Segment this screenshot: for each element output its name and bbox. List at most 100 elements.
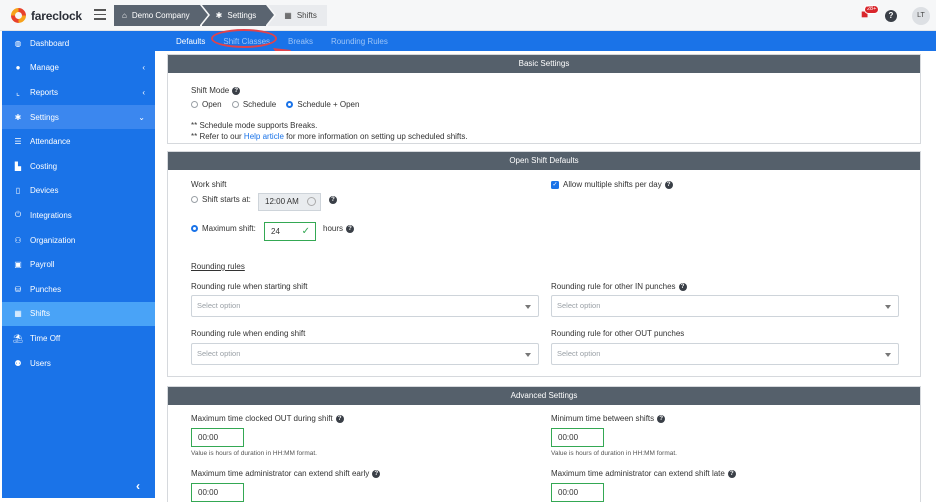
collapse-sidebar-icon[interactable]: ‹ (136, 479, 140, 493)
sidebar-item-settings[interactable]: ✱ Settings ⌄ (2, 104, 155, 130)
device-icon: ▯ (15, 186, 21, 196)
max-out-hint: Value is hours of duration in HH:MM form… (191, 450, 317, 457)
radio-schedule-open[interactable]: Schedule + Open (286, 100, 367, 109)
attendance-icon: ☰ (14, 137, 22, 147)
breadcrumb: ⌂ Demo Company ✱ Settings ▦ Shifts (114, 5, 327, 26)
sidebar: ◍ Dashboard ● Manage ‹ ⌞ Reports ‹ ✱ Settings ⌄ ☰ At… (2, 31, 155, 498)
sidebar-item-shifts[interactable]: ▦ Shifts (2, 301, 155, 327)
help-note: ** Refer to our Help article for more in… (191, 132, 468, 141)
breadcrumb-shifts[interactable]: ▦ Shifts (268, 5, 327, 26)
chevron-icon: ‹ (142, 87, 145, 97)
rounding-start-placeholder: Select option (197, 301, 241, 310)
min-between-hint: Value is hours of duration in HH:MM form… (551, 450, 677, 457)
gear-icon: ✱ (14, 112, 22, 122)
rounding-out-select[interactable]: Select option (551, 343, 899, 365)
min-between-input[interactable]: 00:00 (551, 428, 604, 447)
sidebar-item-label: Integrations (30, 210, 72, 220)
help-icon[interactable]: ? (657, 414, 666, 423)
breadcrumb-company[interactable]: ⌂ Demo Company (114, 5, 208, 26)
rounding-end-select[interactable]: Select option (191, 343, 539, 365)
help-icon[interactable]: ? (232, 86, 241, 95)
help-icon[interactable]: ? (335, 414, 344, 423)
sidebar-item-label: Costing (30, 161, 58, 171)
caret-down-icon (525, 305, 531, 309)
radio-schedule-label: Schedule (242, 100, 277, 109)
shift-starts-input[interactable]: 12:00 AM (258, 193, 321, 211)
help-article-link[interactable]: Help article (244, 132, 284, 141)
sidebar-item-payroll[interactable]: ▣ Payroll (2, 252, 155, 277)
work-shift-label: Work shift (191, 180, 227, 189)
notification-badge: 28+ (864, 5, 880, 14)
calendar-icon: ▦ (14, 309, 22, 319)
org-icon: ⚇ (14, 235, 22, 245)
basic-settings-title: Basic Settings (168, 55, 920, 73)
radio-shift-starts[interactable]: Shift starts at: (191, 195, 251, 204)
logo[interactable]: fareclock (11, 7, 82, 24)
tab-defaults[interactable]: Defaults (176, 37, 205, 46)
radio-schedule[interactable]: Schedule (231, 100, 284, 109)
help-icon[interactable]: ? (372, 469, 381, 478)
radio-maximum-shift[interactable]: Maximum shift: (191, 224, 256, 233)
sidebar-item-users[interactable]: ⚉ Users (2, 351, 155, 376)
allow-multiple-checkbox[interactable]: ✓ Allow multiple shifts per day? (551, 180, 673, 189)
avatar[interactable]: LT (912, 7, 930, 25)
sidebar-item-organization[interactable]: ⚇ Organization (2, 228, 155, 253)
shift-starts-value: 12:00 AM (265, 197, 299, 206)
sidebar-item-costing[interactable]: ▙ Costing (2, 154, 155, 179)
sidebar-item-label: Dashboard (30, 38, 70, 48)
caret-down-icon (885, 353, 891, 357)
punch-icon: ⛁ (14, 284, 22, 294)
extend-early-input[interactable]: 00:00 (191, 483, 244, 502)
max-out-input[interactable]: 00:00 (191, 428, 244, 447)
sidebar-item-punches[interactable]: ⛁ Punches (2, 277, 155, 302)
help-icon[interactable]: ? (885, 10, 897, 22)
rounding-end-label: Rounding rule when ending shift (191, 329, 306, 338)
rounding-in-label: Rounding rule for other IN punches? (551, 282, 687, 291)
dashboard-icon: ◍ (14, 38, 22, 48)
help-icon[interactable]: ? (329, 196, 337, 204)
sidebar-item-label: Shifts (30, 309, 51, 319)
rounding-out-placeholder: Select option (557, 349, 601, 358)
help-note-post: for more information on setting up sched… (283, 132, 468, 141)
help-icon[interactable]: ? (664, 180, 673, 189)
extend-late-input[interactable]: 00:00 (551, 483, 604, 502)
clock-icon (307, 197, 316, 206)
schedule-note: ** Schedule mode supports Breaks. (191, 121, 318, 130)
maximum-shift-input[interactable]: 24 ✓ (264, 222, 316, 241)
sidebar-item-manage[interactable]: ● Manage ‹ (2, 56, 155, 81)
chevron-icon: ‹ (142, 63, 145, 73)
sidebar-item-label: Settings (30, 112, 59, 122)
shift-mode-text: Shift Mode (191, 86, 230, 95)
shift-mode-options: Open Schedule Schedule + Open (191, 100, 367, 109)
sidebar-item-attendance[interactable]: ☰ Attendance (2, 129, 155, 154)
extend-early-label: Maximum time administrator can extend sh… (191, 469, 381, 478)
sidebar-item-label: Organization (30, 235, 76, 245)
max-out-label: Maximum time clocked OUT during shift? (191, 414, 344, 423)
sidebar-item-reports[interactable]: ⌞ Reports ‹ (2, 80, 155, 105)
beach-icon: ⛱ (12, 333, 24, 343)
notifications-button[interactable]: ■ 28+ (861, 5, 880, 21)
radio-circle-selected (191, 225, 198, 233)
home-icon: ⌂ (122, 11, 127, 20)
sidebar-item-integrations[interactable]: ⏻ Integrations (2, 203, 155, 228)
min-between-text: Minimum time between shifts (551, 414, 655, 423)
rounding-start-label: Rounding rule when starting shift (191, 282, 308, 291)
sidebar-item-time-off[interactable]: ⛱ Time Off (2, 326, 155, 351)
main-content: Basic Settings Shift Mode? Open Schedule… (155, 51, 936, 502)
help-icon[interactable]: ? (678, 282, 687, 291)
sidebar-item-devices[interactable]: ▯ Devices (2, 179, 155, 204)
max-out-text: Maximum time clocked OUT during shift (191, 414, 333, 423)
sidebar-item-dashboard[interactable]: ◍ Dashboard (2, 31, 155, 56)
rounding-in-select[interactable]: Select option (551, 295, 899, 317)
checkbox-checked-icon: ✓ (551, 180, 559, 189)
maximum-shift-label: Maximum shift: (202, 224, 256, 233)
help-icon[interactable]: ? (727, 469, 736, 478)
radio-open[interactable]: Open (191, 100, 230, 109)
breadcrumb-settings[interactable]: ✱ Settings (201, 5, 274, 26)
radio-open-label: Open (202, 100, 222, 109)
sidebar-item-label: Payroll (30, 260, 55, 270)
menu-icon[interactable] (94, 9, 106, 20)
rounding-start-select[interactable]: Select option (191, 295, 539, 317)
help-icon[interactable]: ? (346, 224, 355, 233)
plug-icon: ⏻ (14, 210, 22, 220)
